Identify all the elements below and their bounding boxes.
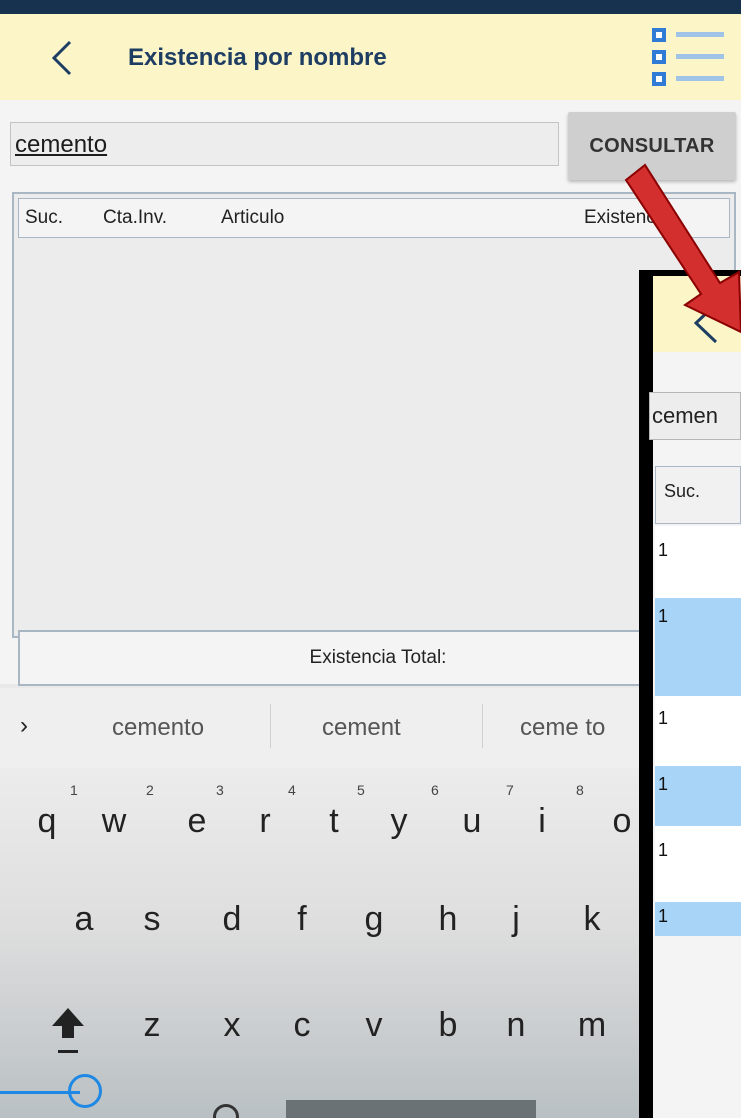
key-k[interactable]: k	[572, 900, 612, 939]
secondary-column-header: Suc.	[655, 466, 741, 524]
main-content: cemento CONSULTAR Suc. Cta.Inv. Articulo…	[0, 100, 741, 686]
key-hint: 8	[576, 782, 584, 798]
table-header: Suc. Cta.Inv. Articulo Existencia	[18, 198, 730, 238]
key-hint: 7	[506, 782, 514, 798]
key-r[interactable]: r	[245, 802, 285, 841]
suggestion-3[interactable]: ceme to	[520, 714, 605, 742]
key-m[interactable]: m	[572, 1006, 612, 1045]
slider-handle[interactable]	[68, 1074, 102, 1108]
key-s[interactable]: s	[132, 900, 172, 939]
phone-screen: Existencia por nombre cemento CONSULTAR …	[0, 0, 741, 1118]
key-i[interactable]: i	[522, 802, 562, 841]
key-b[interactable]: b	[428, 1006, 468, 1045]
back-arrow-icon[interactable]	[44, 38, 84, 78]
key-x[interactable]: x	[212, 1006, 252, 1045]
suggestion-2[interactable]: cement	[322, 714, 401, 742]
key-w[interactable]: w	[94, 802, 134, 841]
space-bar[interactable]	[286, 1100, 536, 1118]
key-n[interactable]: n	[496, 1006, 536, 1045]
key-d[interactable]: d	[212, 900, 252, 939]
key-j[interactable]: j	[496, 900, 536, 939]
key-hint: 5	[357, 782, 365, 798]
consult-button[interactable]: CONSULTAR	[568, 112, 736, 180]
key-g[interactable]: g	[354, 900, 394, 939]
key-a[interactable]: a	[64, 900, 104, 939]
key-v[interactable]: v	[354, 1006, 394, 1045]
key-e[interactable]: e	[177, 802, 217, 841]
key-hint: 1	[70, 782, 78, 798]
key-z[interactable]: z	[132, 1006, 172, 1045]
key-hint: 3	[216, 782, 224, 798]
secondary-table-row[interactable]: 1	[655, 902, 741, 936]
key-y[interactable]: y	[379, 802, 419, 841]
key-hint: 4	[288, 782, 296, 798]
on-screen-keyboard: q 1 w 2 e 3 r 4 t 5 y 6 u 7 i 8 o a s d …	[0, 768, 741, 1118]
key-o[interactable]: o	[602, 802, 642, 841]
list-menu-icon[interactable]	[650, 26, 730, 90]
key-h[interactable]: h	[428, 900, 468, 939]
key-f[interactable]: f	[282, 900, 322, 939]
secondary-table-row[interactable]: 1	[655, 598, 741, 696]
suggestion-divider	[270, 704, 271, 748]
secondary-table-row[interactable]: 1	[655, 696, 741, 766]
keyboard-suggestion-bar: › cemento cement ceme to	[0, 688, 741, 768]
shift-icon[interactable]	[48, 1004, 88, 1060]
key-t[interactable]: t	[314, 802, 354, 841]
key-u[interactable]: u	[452, 802, 492, 841]
secondary-table-row[interactable]: 1	[655, 526, 741, 598]
secondary-search-input[interactable]: cemen	[649, 392, 741, 440]
total-existence-label: Existencia Total:	[18, 630, 738, 686]
secondary-table-row[interactable]: 1	[655, 826, 741, 902]
back-arrow-icon[interactable]	[688, 300, 728, 346]
key-hint: 6	[431, 782, 439, 798]
column-header-suc: Suc.	[25, 207, 64, 228]
column-header-cta-inv: Cta.Inv.	[103, 207, 168, 228]
key-c[interactable]: c	[282, 1006, 322, 1045]
status-bar	[0, 0, 741, 14]
page-title: Existencia por nombre	[128, 44, 387, 71]
key-hint: 2	[146, 782, 154, 798]
column-header-existencia: Existencia	[584, 207, 671, 228]
search-input[interactable]: cemento	[10, 122, 559, 166]
chevron-right-icon[interactable]: ›	[20, 712, 28, 740]
secondary-table-row[interactable]: 1	[655, 766, 741, 826]
suggestion-1[interactable]: cemento	[112, 714, 204, 742]
suggestion-divider	[482, 704, 483, 748]
key-q[interactable]: q	[27, 802, 67, 841]
results-table: Suc. Cta.Inv. Articulo Existencia	[12, 192, 736, 638]
column-header-articulo: Articulo	[221, 207, 285, 228]
app-bar: Existencia por nombre	[0, 14, 741, 100]
